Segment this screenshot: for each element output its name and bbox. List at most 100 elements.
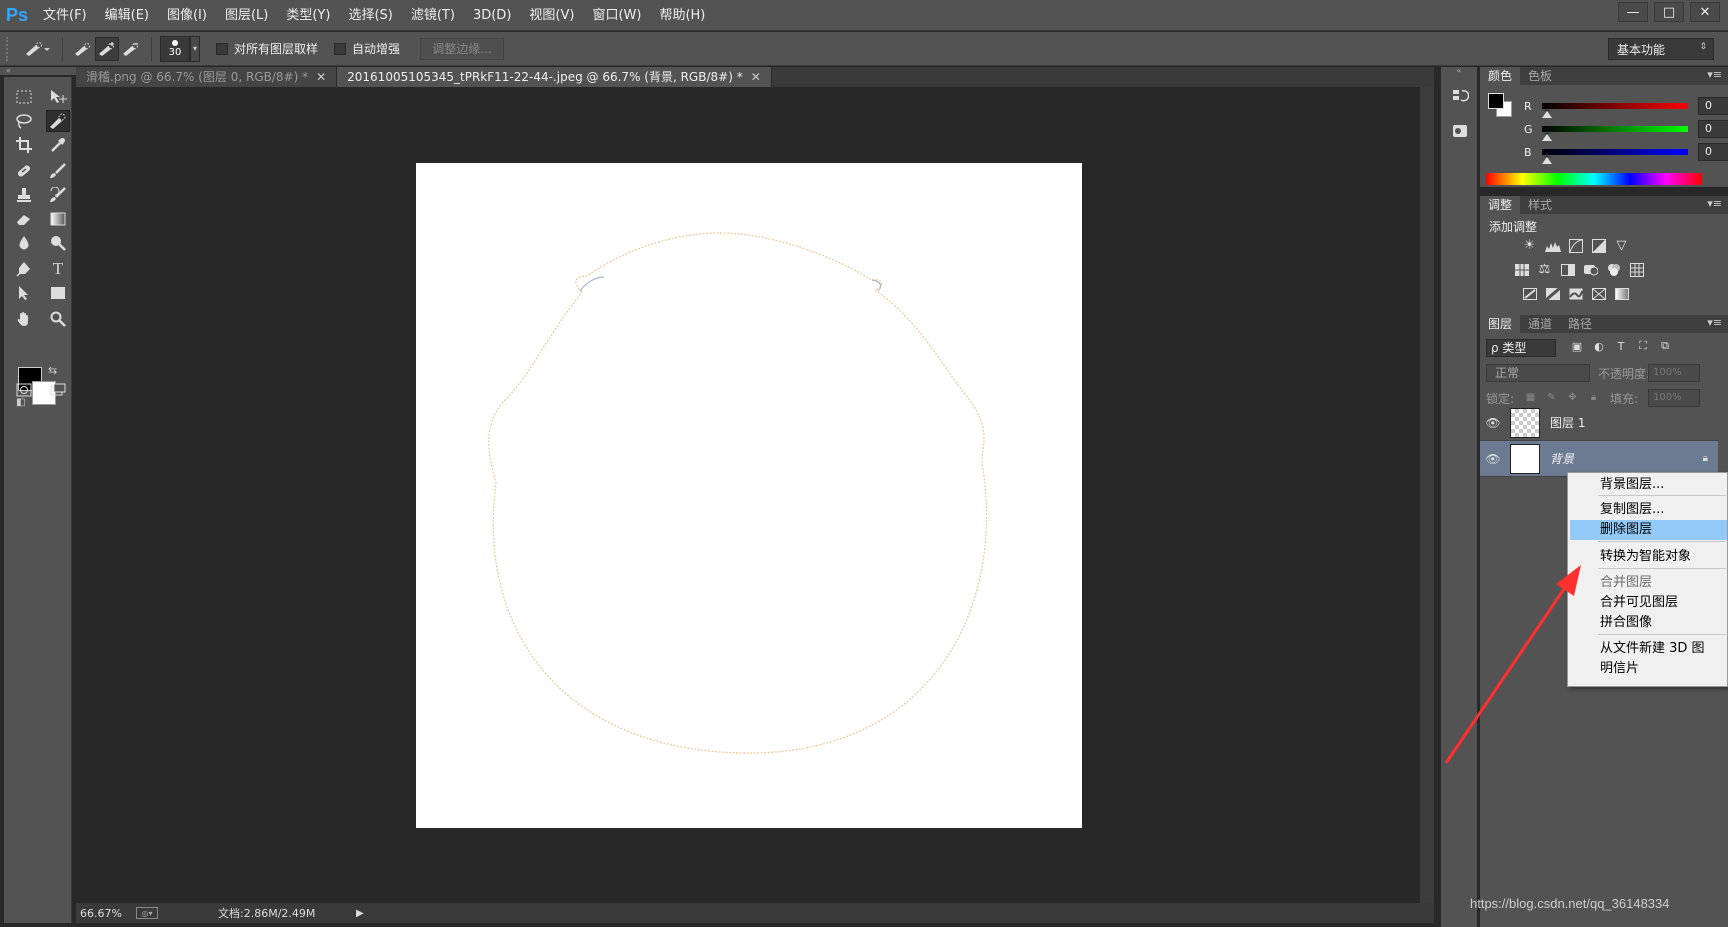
vibrance-icon[interactable]: ▽: [1612, 236, 1631, 255]
slider-track[interactable]: [1542, 126, 1688, 141]
hue-saturation-icon[interactable]: [1512, 260, 1531, 279]
collapse-chevron-icon[interactable]: «: [1441, 67, 1477, 75]
rectangle-tool-icon[interactable]: [46, 282, 70, 304]
checkbox-box[interactable]: [216, 42, 228, 55]
levels-icon[interactable]: [1543, 236, 1562, 255]
layer-name[interactable]: 背景: [1550, 450, 1574, 467]
auto-enhance-checkbox[interactable]: 自动增强: [334, 40, 400, 57]
menu-item-flatten-image[interactable]: 拼合图像: [1568, 613, 1728, 633]
menu-item-delete-layer[interactable]: 删除图层: [1570, 520, 1727, 540]
document-tab[interactable]: 滑稽.png @ 66.7% (图层 0, RGB/8#) * ✕: [76, 67, 338, 87]
menu-3d[interactable]: 3D(D): [464, 0, 520, 31]
tab-adjustments[interactable]: 调整: [1480, 196, 1521, 214]
swap-colors-icon[interactable]: ⇆: [48, 364, 57, 377]
zoom-tool-icon[interactable]: [46, 308, 70, 330]
add-to-selection-icon[interactable]: [95, 36, 119, 61]
eraser-tool-icon[interactable]: [12, 208, 36, 230]
document-tab-active[interactable]: 20161005105345_tPRkF11-22-44-.jpeg @ 66.…: [337, 67, 772, 87]
lock-position-icon[interactable]: ✥: [1566, 391, 1579, 404]
tab-channels[interactable]: 通道: [1520, 315, 1560, 333]
smart-object-filter-icon[interactable]: ⧉: [1658, 339, 1672, 353]
green-slider[interactable]: G 0: [1524, 120, 1728, 141]
black-white-icon[interactable]: [1558, 260, 1577, 279]
slider-thumb[interactable]: [1542, 110, 1552, 118]
type-tool-icon[interactable]: T: [46, 258, 70, 280]
brush-tool-icon[interactable]: [46, 160, 70, 182]
color-balance-icon[interactable]: ⚖: [1535, 260, 1554, 279]
minimize-button[interactable]: —: [1618, 2, 1648, 22]
slider-thumb[interactable]: [1542, 156, 1552, 164]
menu-item-duplicate-layer[interactable]: 复制图层...: [1568, 500, 1728, 520]
adjustment-filter-icon[interactable]: ◐: [1592, 339, 1606, 353]
brightness-icon[interactable]: ☀: [1520, 236, 1539, 255]
layer-name[interactable]: 图层 1: [1550, 414, 1585, 431]
workspace-select[interactable]: 基本功能 ⇕: [1608, 38, 1714, 60]
tab-paths[interactable]: 路径: [1560, 315, 1600, 333]
menu-layer[interactable]: 图层(L): [216, 0, 277, 31]
history-panel-icon[interactable]: [1448, 85, 1472, 109]
menu-view[interactable]: 视图(V): [520, 0, 583, 31]
layer-filter-select[interactable]: ρ 类型: [1486, 339, 1556, 357]
menu-item-new-3d-from-file[interactable]: 从文件新建 3D 图: [1568, 639, 1728, 659]
menu-select[interactable]: 选择(S): [339, 0, 401, 31]
channel-value[interactable]: 0: [1698, 143, 1728, 161]
maximize-button[interactable]: □: [1654, 2, 1684, 22]
tab-styles[interactable]: 样式: [1520, 196, 1560, 214]
blend-mode-select[interactable]: 正常: [1486, 364, 1590, 382]
properties-panel-icon[interactable]: [1448, 119, 1472, 143]
clone-stamp-tool-icon[interactable]: [12, 184, 36, 206]
lock-pixels-icon[interactable]: ✎: [1545, 391, 1558, 404]
close-icon[interactable]: ✕: [751, 70, 761, 84]
menu-item-convert-smart-object[interactable]: 转换为智能对象: [1568, 547, 1728, 567]
layer-row[interactable]: 👁︎ 图层 1: [1480, 405, 1718, 441]
vertical-scrollbar[interactable]: [1420, 87, 1434, 903]
move-tool-icon[interactable]: [46, 86, 70, 108]
toolbar-collapse[interactable]: «: [0, 67, 76, 75]
proof-icon[interactable]: ◎▾: [136, 907, 158, 919]
photo-filter-icon[interactable]: [1581, 260, 1600, 279]
close-button[interactable]: ✕: [1690, 2, 1720, 22]
channel-mixer-icon[interactable]: [1604, 260, 1623, 279]
menu-type[interactable]: 类型(Y): [277, 0, 339, 31]
history-brush-tool-icon[interactable]: [46, 184, 70, 206]
play-arrow-icon[interactable]: ▶: [356, 908, 364, 919]
slider-track[interactable]: [1542, 149, 1688, 164]
menu-help[interactable]: 帮助(H): [650, 0, 714, 31]
menu-item-merge-layers[interactable]: 合并图层: [1568, 573, 1728, 593]
color-lookup-icon[interactable]: [1627, 260, 1646, 279]
menu-image[interactable]: 图像(I): [158, 0, 216, 31]
menu-item-postcard[interactable]: 明信片: [1568, 659, 1728, 679]
refine-edge-button[interactable]: 调整边缘...: [420, 37, 505, 60]
hand-tool-icon[interactable]: [12, 308, 36, 330]
screen-mode-icon[interactable]: [46, 379, 70, 401]
image-filter-icon[interactable]: ▣: [1570, 339, 1584, 353]
color-spectrum[interactable]: [1486, 173, 1702, 185]
canvas-area[interactable]: [76, 87, 1434, 903]
options-grip[interactable]: [6, 36, 12, 61]
tool-preset-picker[interactable]: [20, 37, 54, 61]
gradient-map-icon[interactable]: [1612, 284, 1631, 303]
document-canvas[interactable]: [416, 163, 1082, 828]
tab-swatches[interactable]: 色板: [1520, 67, 1560, 85]
brush-dropdown-chevron-icon[interactable]: ▾: [190, 35, 200, 62]
menu-window[interactable]: 窗口(W): [583, 0, 650, 31]
visibility-eye-icon[interactable]: 👁︎: [1480, 452, 1506, 466]
lock-transparency-icon[interactable]: ▦: [1524, 391, 1537, 404]
exposure-icon[interactable]: [1589, 236, 1608, 255]
invert-icon[interactable]: [1520, 284, 1539, 303]
menu-item-merge-visible[interactable]: 合并可见图层: [1568, 593, 1728, 613]
channel-value[interactable]: 0: [1698, 120, 1728, 138]
panel-menu-icon[interactable]: ▾≡: [1707, 197, 1722, 210]
new-selection-icon[interactable]: [71, 37, 95, 61]
blur-tool-icon[interactable]: [12, 232, 36, 254]
eyedropper-tool-icon[interactable]: [46, 134, 70, 156]
tab-color[interactable]: 颜色: [1480, 67, 1521, 85]
threshold-icon[interactable]: [1566, 284, 1585, 303]
menu-item-background-layer[interactable]: 背景图层...: [1568, 475, 1728, 495]
opacity-field[interactable]: 100%: [1648, 364, 1700, 382]
close-icon[interactable]: ✕: [316, 70, 326, 84]
checkbox-box[interactable]: [334, 42, 347, 55]
curves-icon[interactable]: [1566, 236, 1585, 255]
menu-filter[interactable]: 滤镜(T): [402, 0, 464, 31]
dodge-tool-icon[interactable]: [46, 232, 70, 254]
